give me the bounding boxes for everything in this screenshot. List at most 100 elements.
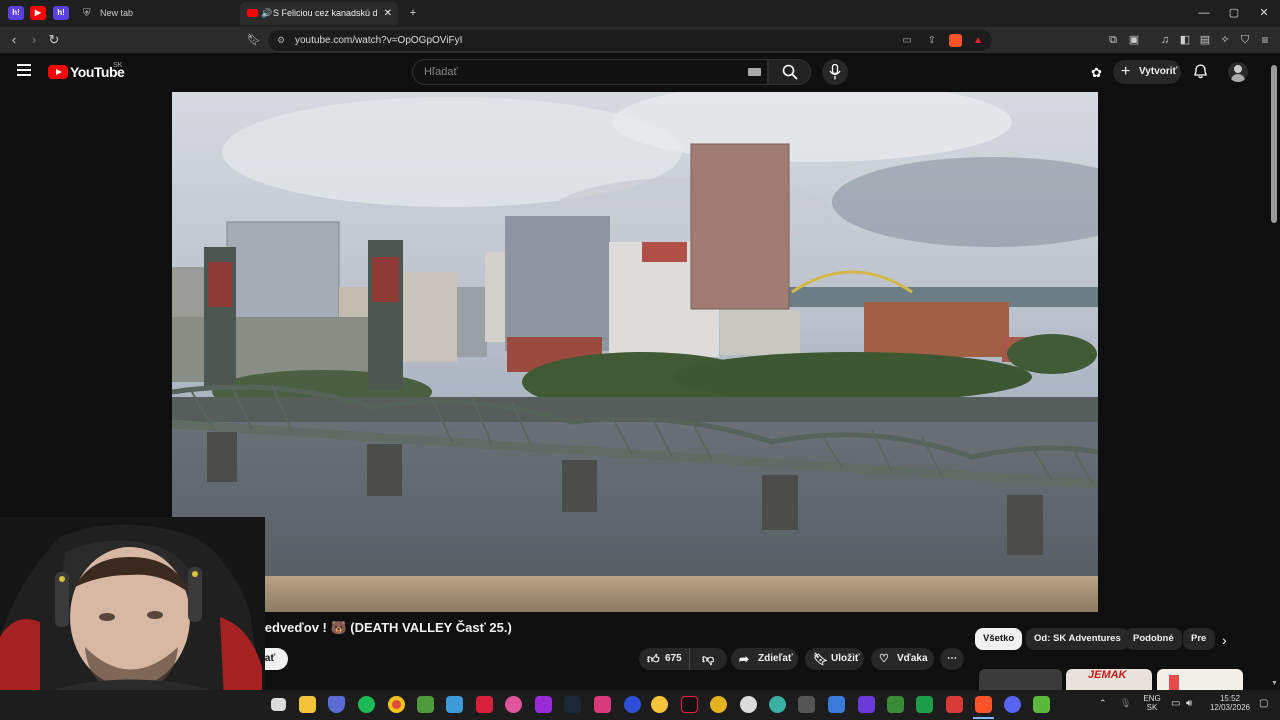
share-icon[interactable]: ⇪ [928, 30, 936, 51]
speaker-icon[interactable]: 🔊 [261, 2, 272, 25]
voice-search-button[interactable] [822, 59, 848, 85]
clock[interactable]: 15:52 12/03/2026 [1205, 694, 1255, 712]
discord-icon[interactable] [1004, 696, 1021, 713]
dislike-button[interactable]: 👎︎ [689, 648, 727, 670]
save-button[interactable]: 🔖︎ Uložiť [805, 648, 864, 670]
wallet-icon[interactable]: ▤ [1196, 31, 1214, 49]
recommended-thumbnail[interactable]: JEMAK [1066, 669, 1152, 690]
thanks-label: Vďaka [897, 653, 928, 664]
search-icon [782, 64, 798, 80]
page-scrollbar[interactable] [1271, 65, 1277, 223]
language-indicator[interactable]: ENG SK [1140, 694, 1164, 712]
search-button[interactable] [768, 59, 811, 85]
new-tab-button[interactable]: + [403, 4, 423, 22]
restore-button[interactable]: ▢ [1224, 4, 1244, 22]
red-app-icon[interactable] [476, 696, 493, 713]
tiktok-icon[interactable] [681, 696, 698, 713]
video-player[interactable] [172, 92, 1098, 612]
create-button[interactable]: + Vytvoriť [1113, 60, 1181, 84]
back-icon[interactable]: ‹ [5, 31, 23, 49]
screenshot-icon[interactable]: ▣ [1125, 31, 1143, 49]
sheets-icon[interactable] [916, 696, 933, 713]
vpn-app-icon[interactable] [328, 696, 345, 713]
gray-app-icon[interactable] [798, 696, 815, 713]
network-icon[interactable]: ▭ [1171, 698, 1180, 709]
minecraft-icon[interactable] [417, 696, 434, 713]
microphone-icon [829, 64, 841, 80]
red-square-icon[interactable] [946, 696, 963, 713]
brave-shield-icon[interactable] [949, 34, 962, 47]
avatar[interactable] [1228, 62, 1248, 82]
video-frame [172, 92, 1098, 612]
chevron-right-icon[interactable]: › [1222, 632, 1227, 648]
yellow-app-icon[interactable] [651, 696, 668, 713]
volume-icon[interactable]: 🔊︎ [1186, 698, 1192, 709]
menu-icon[interactable]: ≡ [1256, 31, 1274, 49]
notifications-bell-icon[interactable] [1193, 63, 1208, 84]
cube-app-icon[interactable] [1033, 696, 1050, 713]
lang-top: ENG [1143, 694, 1161, 703]
pinned-tab-2[interactable]: ▶ [30, 6, 46, 20]
chip-for-you[interactable]: Pre [1183, 628, 1215, 650]
site-info-icon[interactable]: ⚙ [277, 30, 285, 51]
notification-icon[interactable]: ▢ [1259, 698, 1268, 709]
cast-icon[interactable]: ▭ [903, 30, 912, 51]
minimize-button[interactable]: — [1194, 4, 1214, 22]
hamburger-menu-icon[interactable] [17, 64, 31, 76]
keyboard-icon[interactable] [748, 68, 761, 76]
blue-app-icon[interactable] [624, 696, 641, 713]
teal-app-icon[interactable] [769, 696, 786, 713]
violet-app-icon[interactable] [858, 696, 875, 713]
mic-tray-icon[interactable]: 🎙︎ [1120, 698, 1131, 709]
chip-all[interactable]: Všetko [975, 628, 1023, 650]
github-icon[interactable] [740, 696, 757, 713]
search-input[interactable]: Hľadať [412, 59, 768, 85]
close-tab-icon[interactable]: ✕ [384, 2, 392, 25]
page-scrollbar-down[interactable]: ▼ [1271, 680, 1278, 687]
extensions-icon[interactable]: ⧉ [1104, 31, 1122, 49]
share-button[interactable]: ➦ Zdieľať [731, 648, 798, 670]
rewards-icon[interactable]: ▲ [973, 30, 983, 51]
thumbs-up-icon: 👍︎ [647, 652, 660, 666]
spotify-icon[interactable] [358, 696, 375, 713]
more-actions-button[interactable]: ⋯ [940, 648, 964, 670]
chip-from-channel[interactable]: Od: SK Adventures [1026, 628, 1129, 650]
chrome-icon[interactable] [388, 696, 405, 713]
close-window-button[interactable]: ✕ [1254, 4, 1274, 22]
tab-new-tab[interactable]: ⛨ New tab [76, 2, 236, 25]
file-explorer-icon[interactable] [299, 696, 316, 713]
browser-tab-strip: h! ▶ h! ⛨ New tab 🔊 S Feliciou cez kanad… [0, 0, 1280, 27]
steam-icon[interactable] [564, 696, 581, 713]
bookmark-icon[interactable]: 🔖︎ [245, 31, 263, 49]
osu-icon[interactable] [505, 696, 522, 713]
address-bar[interactable]: ⚙ youtube.com/watch?v=OpOGpOViFyI ▭ ⇪ ▲ [268, 30, 992, 51]
notepad-icon[interactable] [446, 696, 463, 713]
tray-overflow-icon[interactable]: ⌃ [1099, 698, 1107, 709]
thanks-button[interactable]: ♡ Vďaka [871, 648, 934, 670]
pinned-tab-1[interactable]: h! [8, 6, 24, 20]
pink-app-icon[interactable] [594, 696, 611, 713]
like-button[interactable]: 👍︎ 675 [639, 648, 689, 670]
youtube-play-icon [48, 65, 68, 79]
active-app-indicator [973, 717, 994, 719]
sidebar-icon[interactable]: ◧ [1176, 31, 1194, 49]
recommended-thumbnail[interactable] [1157, 669, 1243, 690]
brave-icon[interactable] [975, 696, 992, 713]
leo-ai-icon[interactable]: ✧ [1216, 31, 1234, 49]
save-label: Uložiť [831, 653, 860, 664]
studio-icon[interactable]: ✿ [1091, 65, 1102, 81]
forward-icon[interactable]: › [25, 31, 43, 49]
music-icon[interactable]: ♫ [1156, 31, 1174, 49]
green-app-icon[interactable] [887, 696, 904, 713]
share-label: Zdieľať [758, 653, 793, 664]
vpn-icon[interactable]: ⛉ [1236, 31, 1254, 49]
lightblue-app-icon[interactable] [828, 696, 845, 713]
tab-youtube-video[interactable]: 🔊 S Feliciou cez kanadskú divočinu ✕ [240, 2, 398, 25]
purple-app-icon[interactable] [535, 696, 552, 713]
task-view-icon[interactable] [271, 698, 286, 711]
recommended-thumbnail[interactable] [979, 669, 1062, 690]
chip-related[interactable]: Podobné [1125, 628, 1182, 650]
reload-icon[interactable]: ↻ [45, 31, 63, 49]
pinned-tab-3[interactable]: h! [53, 6, 69, 20]
gold-app-icon[interactable] [710, 696, 727, 713]
